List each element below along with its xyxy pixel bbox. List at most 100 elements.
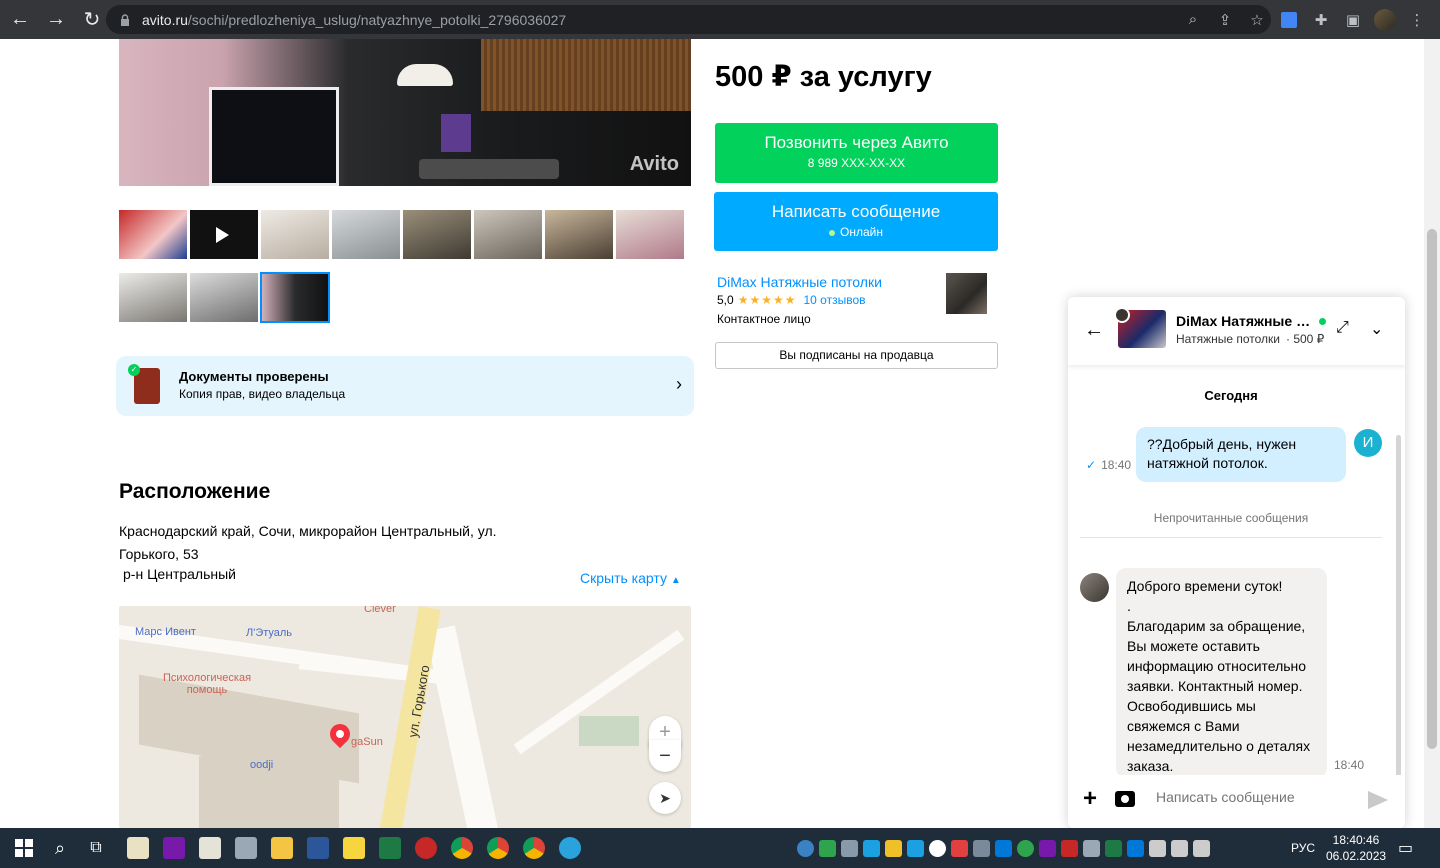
scrollbar-thumb[interactable] xyxy=(1427,229,1437,749)
thumbnail[interactable] xyxy=(545,210,613,259)
subscribed-button[interactable]: Вы подписаны на продавца xyxy=(715,342,998,369)
tray-icon[interactable] xyxy=(885,839,902,857)
app-icon[interactable] xyxy=(192,828,228,868)
district: р-н Центральный xyxy=(123,566,237,582)
thumbnail[interactable] xyxy=(616,210,684,259)
tray-icon[interactable] xyxy=(819,839,836,857)
tray-icon[interactable] xyxy=(973,839,990,857)
profile-avatar[interactable] xyxy=(1374,8,1396,31)
tray-icon[interactable] xyxy=(1039,839,1056,857)
seller-avatar[interactable] xyxy=(946,273,987,314)
document-icon: ✓ xyxy=(128,364,160,404)
file-explorer-icon[interactable] xyxy=(264,828,300,868)
thumbnail[interactable] xyxy=(119,210,187,259)
word-icon[interactable] xyxy=(300,828,336,868)
photo-shelf xyxy=(481,39,691,111)
thumbnail[interactable] xyxy=(403,210,471,259)
docs-subtitle: Копия прав, видео владельца xyxy=(179,387,346,401)
tray-icon[interactable] xyxy=(863,839,880,857)
documents-verified-card[interactable]: ✓ Документы проверены Копия прав, видео … xyxy=(116,356,694,416)
hide-map-link[interactable]: Скрыть карту ▲ xyxy=(580,570,681,586)
windows-start-icon[interactable] xyxy=(6,828,42,868)
forward-icon[interactable]: → xyxy=(40,4,72,36)
page-scrollbar[interactable] xyxy=(1424,39,1440,828)
outgoing-time: ✓ 18:40 xyxy=(1086,458,1131,472)
tray-icon[interactable] xyxy=(951,839,968,857)
address-bar[interactable]: avito.ru/sochi/predlozheniya_uslug/natya… xyxy=(106,5,1271,34)
online-status-label: Онлайн xyxy=(840,225,883,239)
tray-icon[interactable] xyxy=(929,839,946,857)
app-icon[interactable] xyxy=(228,828,264,868)
tray-icon[interactable] xyxy=(1127,839,1144,857)
call-button-phone: 8 989 XXX-XX-XX xyxy=(807,156,906,170)
translate-icon[interactable] xyxy=(1278,9,1300,31)
tray-icon[interactable] xyxy=(995,839,1012,857)
send-icon[interactable] xyxy=(1368,791,1388,809)
tray-icon[interactable] xyxy=(907,839,924,857)
zoom-icon[interactable]: ⌕ xyxy=(1182,9,1204,31)
sticky-notes-icon[interactable] xyxy=(336,828,372,868)
extensions-icon[interactable]: ✚ xyxy=(1310,9,1332,31)
map[interactable]: Марс Ивент Л'Этуаль Психологическая помо… xyxy=(119,606,691,828)
clock[interactable]: 18:40:46 06.02.2023 xyxy=(1326,832,1386,864)
seller-name-link[interactable]: DiMax Натяжные потолки xyxy=(717,274,882,290)
reload-icon[interactable]: ↻ xyxy=(76,4,108,36)
back-icon[interactable]: ← xyxy=(4,4,36,36)
telegram-icon[interactable] xyxy=(552,828,588,868)
thumbnail[interactable] xyxy=(261,210,329,259)
menu-icon[interactable]: ⋮ xyxy=(1406,9,1428,31)
bookmark-star-icon[interactable]: ☆ xyxy=(1246,9,1268,31)
notifications-icon[interactable]: ▭ xyxy=(1398,838,1413,858)
app-icon[interactable] xyxy=(120,828,156,868)
arrow-left-icon[interactable]: ← xyxy=(1084,319,1104,342)
chrome-icon[interactable] xyxy=(444,828,480,868)
side-panel-icon[interactable]: ▣ xyxy=(1342,9,1364,31)
language-indicator[interactable]: РУС xyxy=(1291,841,1315,855)
chrome-icon[interactable] xyxy=(480,828,516,868)
online-dot-icon xyxy=(829,229,836,236)
windows-taskbar: ⌕ ⧉ РУС 18:40:46 06.02.2023 ▭ xyxy=(0,828,1440,868)
keyboard-icon[interactable] xyxy=(1193,839,1210,857)
thumbnail[interactable] xyxy=(474,210,542,259)
message-input[interactable] xyxy=(1156,789,1356,805)
chat-listing-image xyxy=(1114,307,1166,348)
tray-icon[interactable] xyxy=(841,839,858,857)
chevron-right-icon: › xyxy=(676,374,682,394)
tray-icon[interactable] xyxy=(1017,839,1034,857)
chrome-icon[interactable] xyxy=(516,828,552,868)
zoom-out-icon[interactable]: − xyxy=(649,740,681,772)
tray-icon[interactable] xyxy=(1083,839,1100,857)
app-icon[interactable] xyxy=(408,828,444,868)
expand-icon[interactable]: ⤢ xyxy=(1336,319,1349,337)
search-icon[interactable]: ⌕ xyxy=(42,828,78,868)
lock-icon xyxy=(121,13,129,26)
onenote-icon[interactable] xyxy=(156,828,192,868)
attach-plus-icon[interactable]: + xyxy=(1083,785,1097,813)
tray-icon[interactable] xyxy=(1061,839,1078,857)
online-status: Онлайн xyxy=(714,225,998,239)
reviews-link[interactable]: 10 отзывов xyxy=(803,293,865,307)
seller-role: Контактное лицо xyxy=(717,312,811,326)
wifi-icon[interactable] xyxy=(1149,839,1166,857)
map-label: Марс Ивент xyxy=(135,626,196,638)
tray-icon[interactable] xyxy=(1105,839,1122,857)
tray-icon[interactable] xyxy=(797,839,814,857)
excel-icon[interactable] xyxy=(372,828,408,868)
camera-icon[interactable] xyxy=(1115,791,1135,807)
thumbnail[interactable] xyxy=(190,273,258,322)
video-thumbnail[interactable] xyxy=(190,210,258,259)
system-tray xyxy=(797,828,1210,868)
write-message-button[interactable]: Написать сообщение Онлайн xyxy=(714,192,998,251)
thumbnail-active[interactable] xyxy=(260,272,330,323)
main-photo[interactable]: Avito xyxy=(119,39,691,186)
locate-icon[interactable]: ➤ xyxy=(649,782,681,814)
call-button[interactable]: Позвонить через Авито 8 989 XXX-XX-XX xyxy=(715,123,998,183)
thumbnail[interactable] xyxy=(119,273,187,322)
chevron-down-icon[interactable]: ⌄ xyxy=(1370,319,1383,339)
docs-title: Документы проверены xyxy=(179,369,329,384)
chat-scrollbar[interactable] xyxy=(1396,435,1401,815)
volume-icon[interactable] xyxy=(1171,839,1188,857)
share-icon[interactable]: ⇪ xyxy=(1214,9,1236,31)
thumbnail[interactable] xyxy=(332,210,400,259)
task-view-icon[interactable]: ⧉ xyxy=(78,828,114,868)
